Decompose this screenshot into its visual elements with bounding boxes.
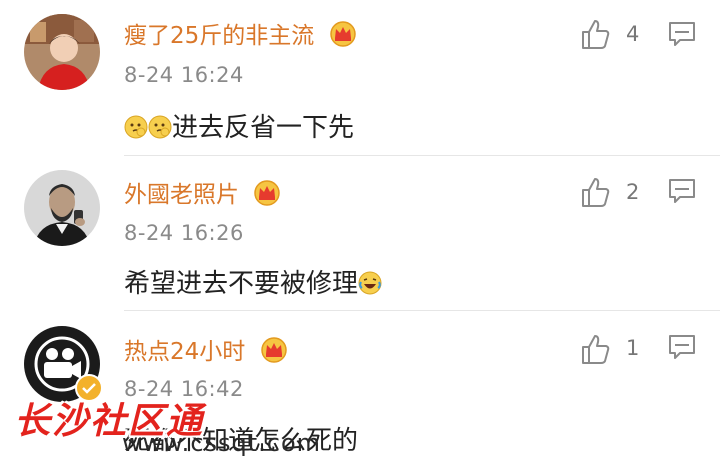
username[interactable]: 热点24小时 (124, 339, 245, 365)
site-watermark-url: www.cssqt.com (122, 429, 322, 457)
comment-time: 8-24 16:26 (124, 221, 244, 245)
reply-comment-icon[interactable] (668, 178, 696, 204)
username[interactable]: 瘦了25斤的非主流 (124, 23, 314, 49)
laughing-crying-emoji (358, 271, 382, 295)
like-count: 4 (626, 22, 640, 46)
crown-badge-icon (252, 180, 282, 212)
crown-badge-icon (328, 21, 358, 53)
divider (124, 155, 720, 156)
avatar[interactable] (24, 14, 100, 90)
reply-comment-icon[interactable] (668, 21, 696, 47)
comment-time: 8-24 16:24 (124, 63, 244, 87)
comment-text-wrapper: 希望进去不要被修理 (124, 263, 382, 300)
avatar[interactable] (24, 170, 100, 246)
comment-text-wrapper: 进去反省一下先 (124, 107, 354, 144)
thinking-face-emoji (124, 115, 148, 139)
like-thumb-icon[interactable] (580, 18, 610, 50)
like-count: 2 (626, 180, 640, 204)
reply-comment-icon[interactable] (668, 334, 696, 360)
divider (124, 310, 720, 311)
thinking-face-emoji (148, 115, 172, 139)
comment-text: 希望进去不要被修理 (124, 269, 359, 299)
like-thumb-icon[interactable] (580, 176, 610, 208)
like-thumb-icon[interactable] (580, 333, 610, 365)
crown-badge-icon (259, 337, 289, 369)
like-count: 1 (626, 336, 640, 360)
username[interactable]: 外國老照片 (124, 182, 239, 208)
comment-text: 进去反省一下先 (172, 113, 355, 143)
